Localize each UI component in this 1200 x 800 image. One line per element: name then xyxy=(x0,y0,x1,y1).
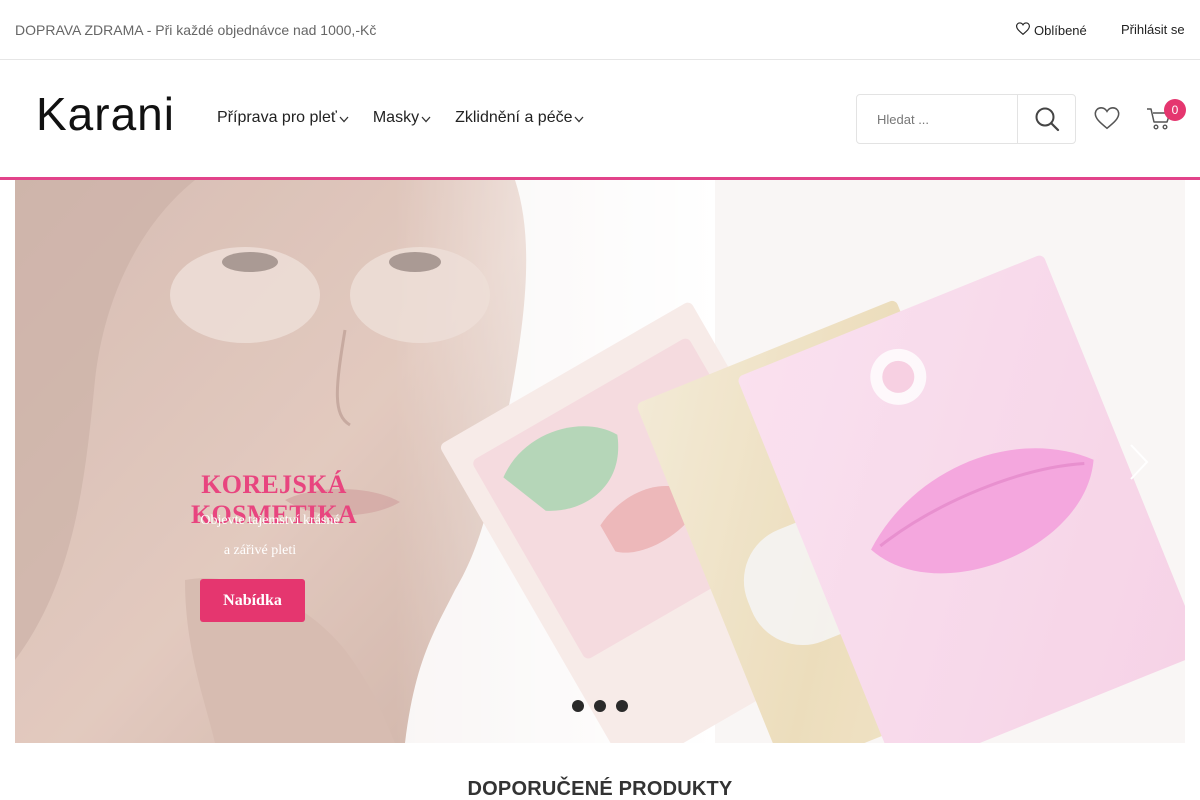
search-input[interactable] xyxy=(857,95,1017,143)
favorites-label: Oblíbené xyxy=(1034,22,1087,38)
chevron-right-icon xyxy=(1130,444,1149,480)
search-icon xyxy=(1035,107,1059,132)
heart-icon xyxy=(1094,107,1120,130)
login-link[interactable]: Přihlásit se xyxy=(1121,22,1185,37)
nav-item-soothing-care[interactable]: Zklidnění a péče xyxy=(455,109,584,127)
favorites-link[interactable]: Oblíbené xyxy=(1015,22,1087,38)
main-header: Karani Příprava pro pleť Masky Zklidnění… xyxy=(0,61,1200,177)
featured-products-title: DOPORUČENÉ PRODUKTY xyxy=(467,778,733,800)
chevron-down-icon xyxy=(339,116,349,123)
slider-dot-2[interactable] xyxy=(594,700,606,712)
nav-item-masks[interactable]: Masky xyxy=(373,109,431,127)
search-box xyxy=(856,94,1076,144)
hero-offer-button[interactable]: Nabídka xyxy=(200,579,305,622)
nav-item-label: Příprava pro pleť xyxy=(217,109,337,126)
site-logo[interactable]: Karani xyxy=(36,91,175,137)
wishlist-button[interactable] xyxy=(1094,106,1120,135)
hero-image xyxy=(15,180,1185,743)
cart-count-badge: 0 xyxy=(1164,99,1186,121)
heart-icon xyxy=(1015,22,1031,38)
slider-dot-1[interactable] xyxy=(572,700,584,712)
slider-dots xyxy=(572,700,628,712)
shipping-promo-text: DOPRAVA ZDRAMA - Při každé objednávce na… xyxy=(15,22,377,38)
slider-dot-3[interactable] xyxy=(616,700,628,712)
main-nav: Příprava pro pleť Masky Zklidnění a péče xyxy=(217,109,584,127)
hero-slider[interactable]: KOREJSKÁ KOSMETIKA Objevte tajemství krá… xyxy=(15,180,1185,743)
slider-next-button[interactable] xyxy=(1128,442,1150,487)
nav-item-label: Masky xyxy=(372,109,420,126)
hero-subtitle-line1: Objevte tajemství krásné xyxy=(200,513,340,528)
nav-item-label: Zklidnění a péče xyxy=(455,109,573,126)
top-bar: DOPRAVA ZDRAMA - Při každé objednávce na… xyxy=(0,0,1200,60)
hero-subtitle-line2: a zářivé pleti xyxy=(223,543,297,558)
chevron-down-icon xyxy=(421,116,431,123)
search-button[interactable] xyxy=(1017,95,1075,143)
nav-item-skin-prep[interactable]: Příprava pro pleť xyxy=(217,109,349,127)
chevron-down-icon xyxy=(574,116,584,123)
